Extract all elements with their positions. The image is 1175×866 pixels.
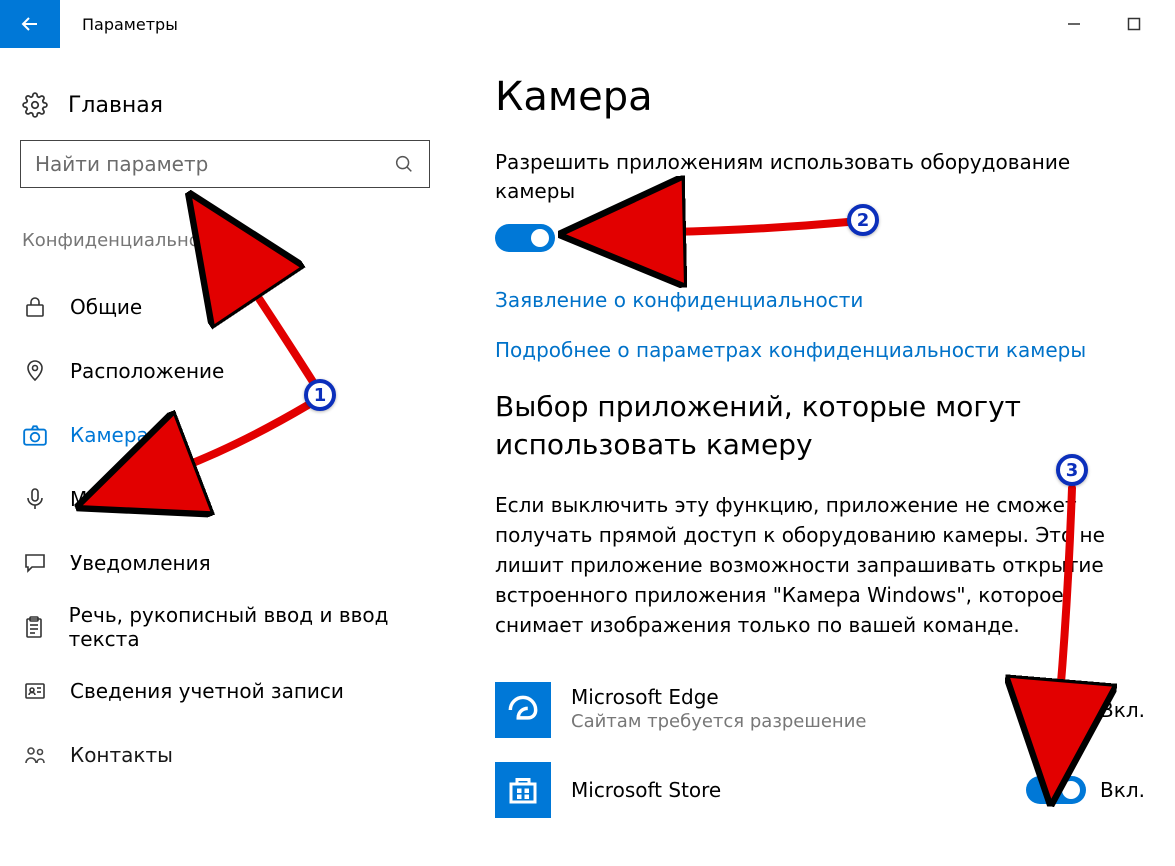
- sidebar-item-contacts[interactable]: Контакты: [20, 723, 445, 787]
- sidebar-item-microphone[interactable]: Микрофон: [20, 467, 445, 531]
- microphone-icon: [22, 487, 48, 511]
- location-icon: [22, 359, 48, 383]
- app-row-store: Microsoft Store Вкл.: [495, 750, 1145, 830]
- maximize-icon: [1127, 17, 1141, 31]
- minimize-button[interactable]: [1053, 8, 1095, 40]
- app-name: Microsoft Store: [571, 778, 1006, 802]
- camera-master-toggle[interactable]: [495, 224, 555, 252]
- home-button[interactable]: Главная: [20, 82, 445, 140]
- main-panel: Камера Разрешить приложениям использоват…: [445, 48, 1175, 866]
- sidebar-item-account[interactable]: Сведения учетной записи: [20, 659, 445, 723]
- choose-apps-heading: Выбор приложений, которые могут использо…: [495, 388, 1145, 464]
- window-controls: [1053, 8, 1175, 40]
- arrow-left-icon: [18, 12, 42, 36]
- sidebar-item-label: Камера: [70, 423, 149, 447]
- clipboard-icon: [22, 615, 47, 639]
- app-edge-toggle[interactable]: [1026, 696, 1086, 724]
- sidebar-item-speech[interactable]: Речь, рукописный ввод и ввод текста: [20, 595, 445, 659]
- search-placeholder: Найти параметр: [35, 152, 393, 176]
- sidebar: Главная Найти параметр Конфиденциальност…: [0, 48, 445, 866]
- home-label: Главная: [68, 93, 163, 118]
- lock-icon: [22, 295, 48, 319]
- sidebar-item-label: Уведомления: [70, 551, 211, 575]
- sidebar-item-camera[interactable]: Камера: [20, 403, 445, 467]
- sidebar-item-label: Сведения учетной записи: [70, 679, 344, 703]
- app-row-edge: Microsoft Edge Сайтам требуется разрешен…: [495, 670, 1145, 750]
- app-name: Microsoft Edge: [571, 685, 1006, 709]
- sidebar-item-label: Микрофон: [70, 487, 180, 511]
- sidebar-item-label: Контакты: [70, 743, 173, 767]
- store-icon: [495, 762, 551, 818]
- edge-icon: [495, 682, 551, 738]
- sidebar-item-general[interactable]: Общие: [20, 275, 445, 339]
- gear-icon: [22, 92, 48, 118]
- sidebar-item-label: Общие: [70, 295, 142, 319]
- app-subtitle: Сайтам требуется разрешение: [571, 709, 1006, 734]
- allow-apps-description: Разрешить приложениям использовать обору…: [495, 148, 1145, 206]
- app-store-toggle[interactable]: [1026, 776, 1086, 804]
- sidebar-item-notifications[interactable]: Уведомления: [20, 531, 445, 595]
- app-toggle-label: Вкл.: [1100, 778, 1145, 802]
- sidebar-item-label: Расположение: [70, 359, 224, 383]
- speech-bubble-icon: [22, 551, 48, 575]
- privacy-statement-link[interactable]: Заявление о конфиденциальности: [495, 288, 1145, 312]
- choose-apps-description: Если выключить эту функцию, приложение н…: [495, 490, 1145, 640]
- sidebar-item-label: Речь, рукописный ввод и ввод текста: [69, 603, 445, 651]
- page-title: Камера: [495, 74, 1145, 120]
- category-header: Конфиденциальность: [20, 230, 445, 251]
- search-icon: [393, 153, 415, 175]
- account-card-icon: [22, 679, 48, 703]
- app-toggle-label: Вкл.: [1100, 698, 1145, 722]
- privacy-more-link[interactable]: Подробнее о параметрах конфиденциальност…: [495, 338, 1145, 362]
- people-icon: [22, 743, 48, 767]
- search-input[interactable]: Найти параметр: [20, 140, 430, 188]
- camera-master-toggle-label: Вкл.: [573, 226, 618, 250]
- window-title: Параметры: [82, 15, 178, 34]
- sidebar-item-location[interactable]: Расположение: [20, 339, 445, 403]
- title-bar: Параметры: [0, 0, 1175, 48]
- back-button[interactable]: [0, 0, 60, 48]
- camera-icon: [22, 422, 48, 448]
- minimize-icon: [1067, 17, 1081, 31]
- maximize-button[interactable]: [1113, 8, 1155, 40]
